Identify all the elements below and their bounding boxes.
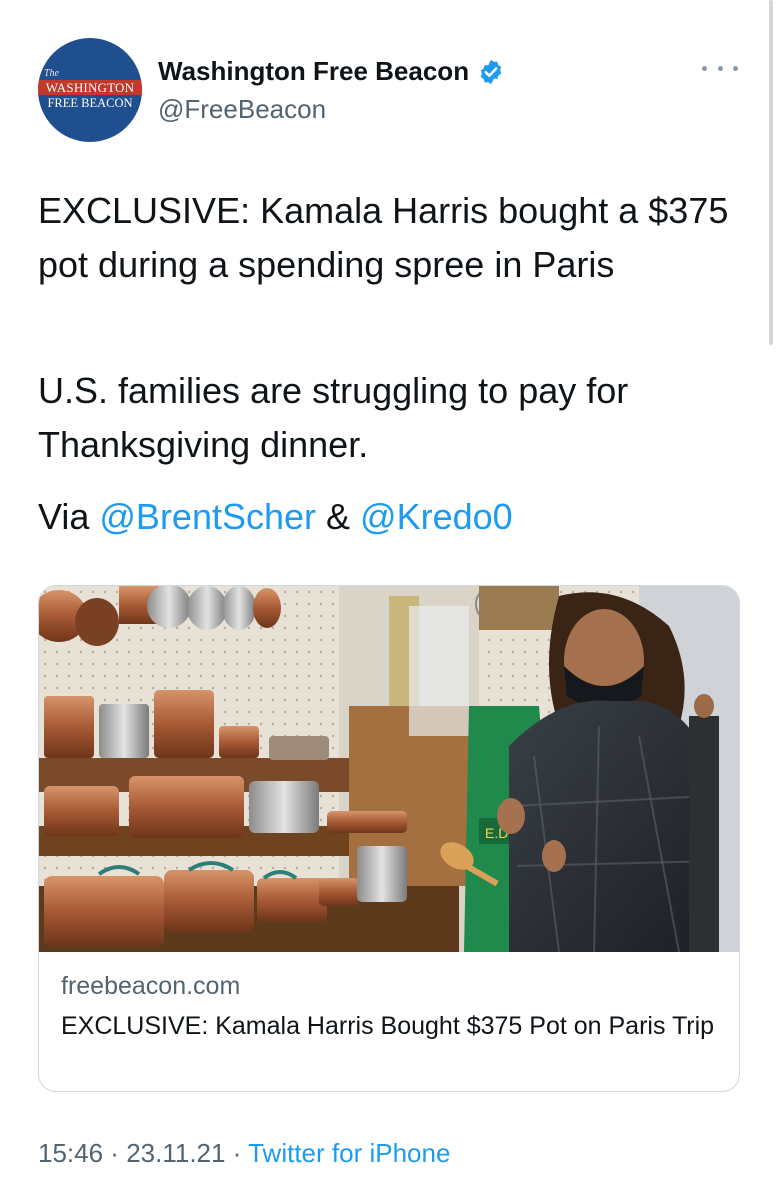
tweet-header: The WASHINGTON FREE BEACON Washington Fr… [38,38,738,142]
tweet-text-paragraph-2: U.S. families are struggling to pay for … [38,370,629,465]
mention-kredo0[interactable]: @Kredo0 [360,496,513,537]
footer-separator: · [225,1138,249,1168]
display-name[interactable]: Washington Free Beacon [158,56,469,87]
more-options-icon[interactable] [702,58,738,78]
tweet-text-via: Via @BrentScher & @Kredo0 [38,490,738,544]
more-dot [702,65,707,71]
avatar[interactable]: The WASHINGTON FREE BEACON [38,38,142,142]
via-label: Via [38,496,100,537]
tweet-time[interactable]: 15:46 [38,1138,103,1168]
more-dot [717,65,723,71]
name-row: Washington Free Beacon [158,56,505,87]
ampersand: & [316,496,361,537]
mention-brentscher[interactable]: @BrentScher [99,496,316,537]
card-meta: freebeacon.com EXCLUSIVE: Kamala Harris … [61,968,721,1044]
card-title: EXCLUSIVE: Kamala Harris Bought $375 Pot… [61,1012,715,1040]
avatar-text-washington: WASHINGTON [38,80,142,95]
avatar-text-free-beacon: FREE BEACON [47,96,133,110]
footer-separator: · [103,1138,127,1168]
tweet-text-paragraph-1: EXCLUSIVE: Kamala Harris bought a $375 p… [38,190,729,285]
more-dot [733,65,738,71]
avatar-text-the: The [44,68,59,79]
verified-badge-icon [480,59,502,84]
card-domain: freebeacon.com [61,972,241,1000]
card-image[interactable]: E.D [39,586,739,952]
handle[interactable]: @FreeBeacon [158,94,326,125]
tweet-source-link[interactable]: Twitter for iPhone [248,1138,450,1168]
link-card[interactable]: E.D freebeacon.com EXCLUSIVE: Kamala Har… [38,585,740,1092]
scrollbar[interactable] [769,0,773,345]
tweet-date[interactable]: 23.11.21 [126,1138,225,1168]
tweet-footer: 15:46 · 23.11.21 · Twitter for iPhone [38,1138,450,1169]
